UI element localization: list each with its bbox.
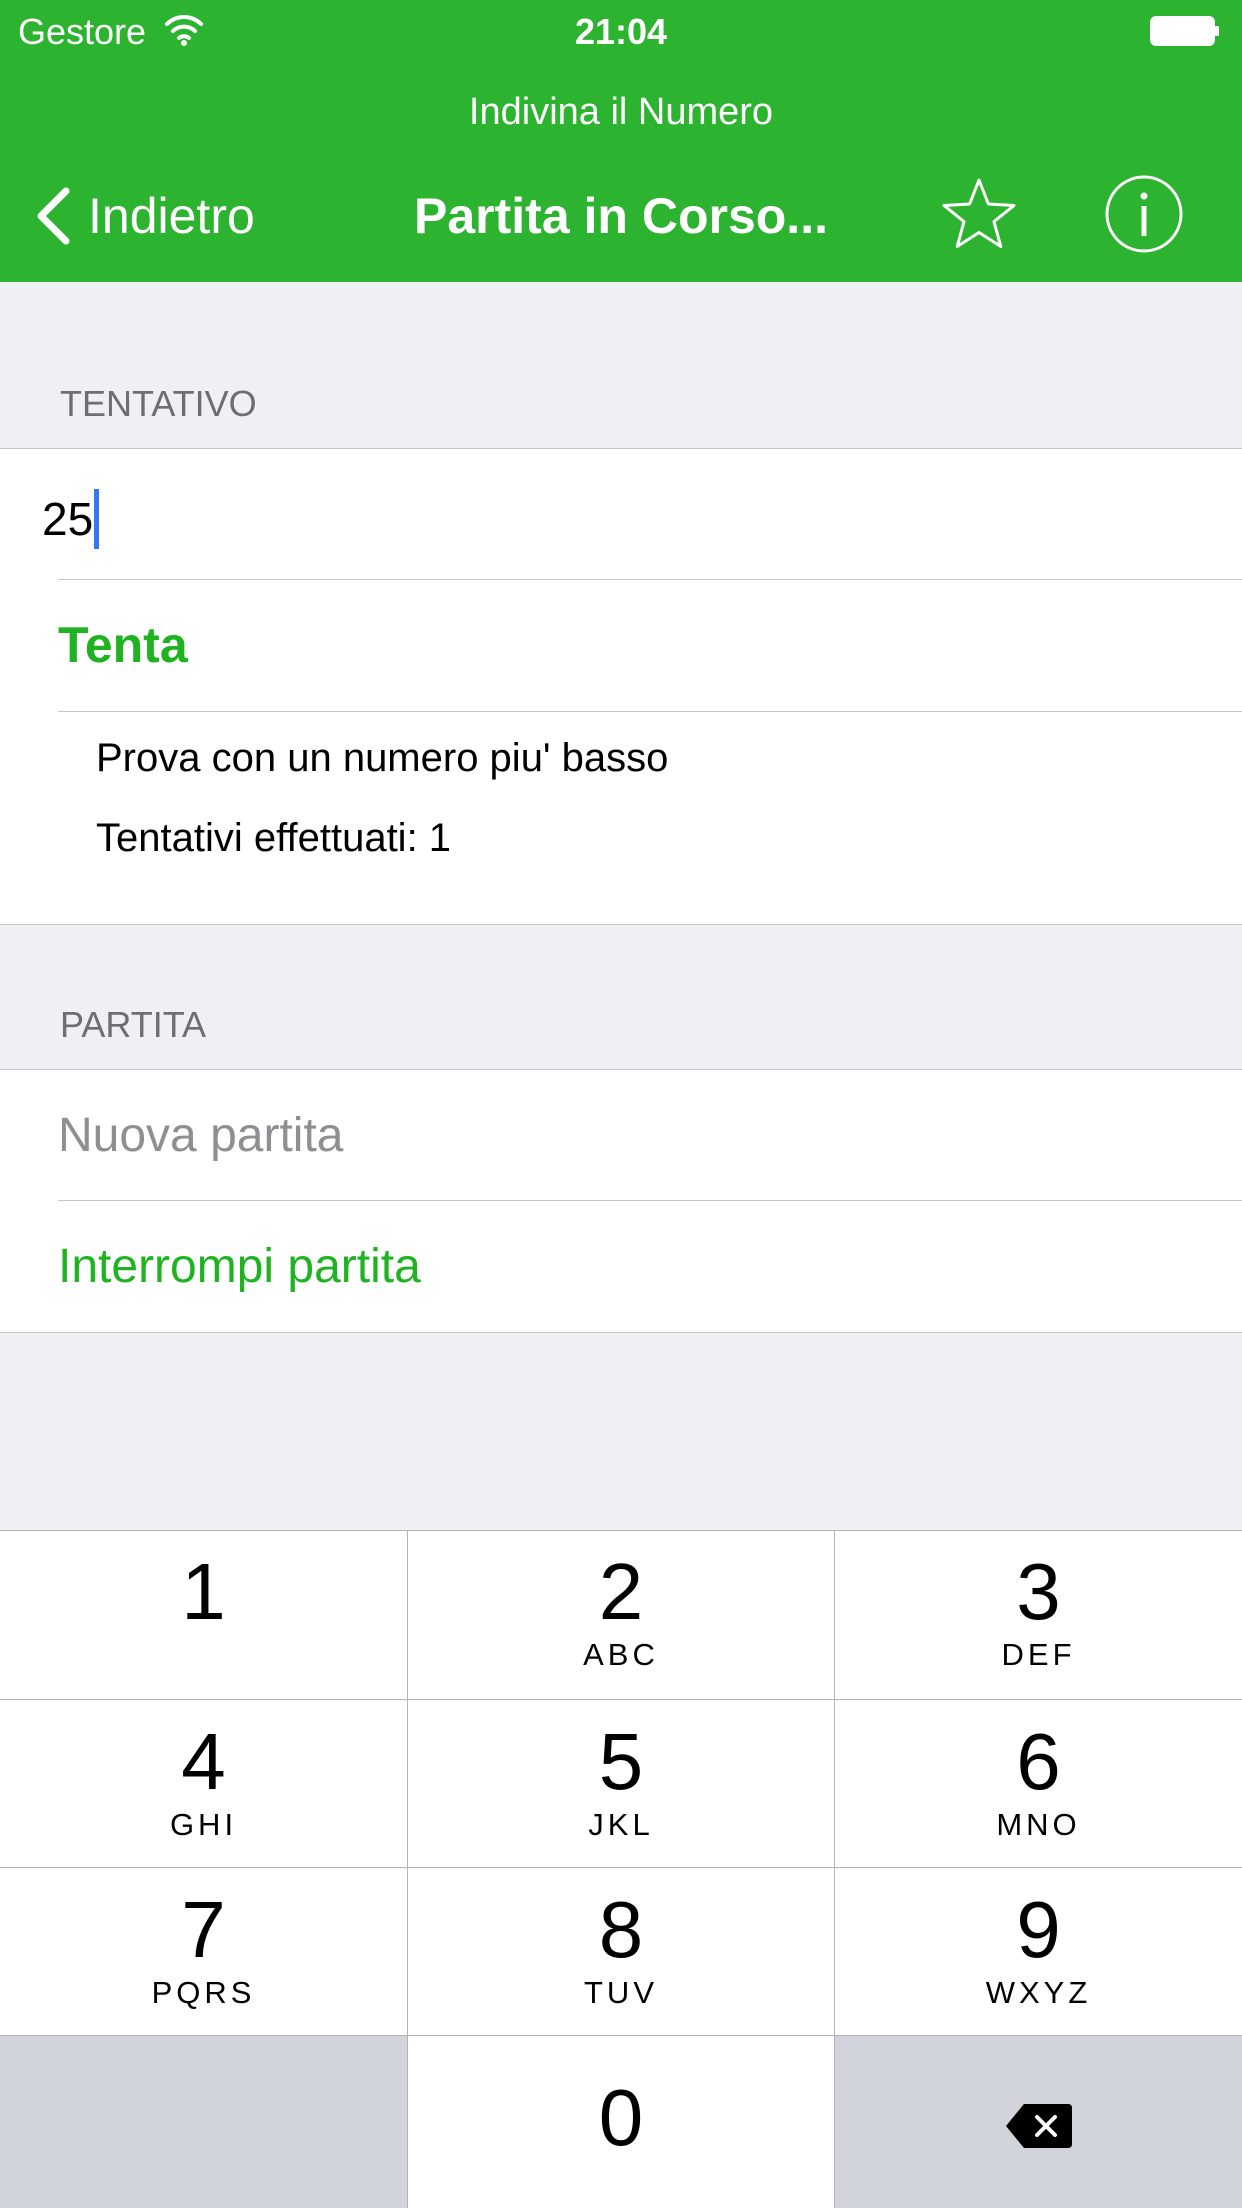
- attempts-count: Tentativi effettuati: 1: [96, 816, 452, 860]
- app-title: Indivina il Numero: [468, 91, 774, 133]
- new-game-row[interactable]: Nuova partita: [0, 1070, 1242, 1200]
- key-digit: 5: [598, 1717, 644, 1806]
- key-6[interactable]: 6 MNO: [835, 1700, 1242, 1867]
- key-letters: ABC: [583, 1637, 659, 1672]
- text-caret: [94, 489, 100, 549]
- hint-message: Prova con un numero piu' basso: [96, 736, 669, 780]
- guess-submit-row[interactable]: Tenta: [0, 580, 1242, 711]
- game-group: Nuova partita Interrompi partita: [0, 1069, 1242, 1333]
- key-digit: 7: [181, 1885, 226, 1974]
- key-4[interactable]: 4 GHI: [0, 1700, 407, 1867]
- key-letters: JKL: [588, 1807, 654, 1842]
- key-3[interactable]: 3 DEF: [835, 1530, 1242, 1699]
- key-letters: WXYZ: [985, 1975, 1092, 2010]
- star-icon[interactable]: [940, 176, 1018, 252]
- key-digit: 1: [181, 1547, 226, 1636]
- section-header-game: PARTITA: [60, 1004, 207, 1045]
- result-row: Prova con un numero piu' basso Tentativi…: [0, 712, 1242, 924]
- key-letters: PQRS: [151, 1975, 256, 2010]
- keypad-divider: [0, 1867, 1242, 1868]
- key-0[interactable]: 0: [408, 2036, 834, 2208]
- info-icon[interactable]: [1104, 174, 1184, 254]
- navigation-bar: Gestore 21:04 Indivina il Numero Indietr…: [0, 0, 1242, 282]
- guess-group: 25 Tenta Prova con un numero piu' basso …: [0, 448, 1242, 925]
- keypad-divider: [0, 2035, 1242, 2036]
- key-8[interactable]: 8 TUV: [408, 1868, 834, 2035]
- battery-icon: [1150, 16, 1219, 46]
- guess-input[interactable]: 25: [0, 449, 1242, 579]
- key-blank: [0, 2036, 407, 2208]
- key-7[interactable]: 7 PQRS: [0, 1868, 407, 2035]
- key-letters: MNO: [996, 1807, 1081, 1842]
- chevron-left-icon: [37, 187, 70, 245]
- key-digit: 8: [598, 1885, 644, 1974]
- stop-game-row[interactable]: Interrompi partita: [0, 1201, 1242, 1332]
- back-button[interactable]: Indietro: [32, 184, 255, 248]
- keypad-divider: [834, 1530, 835, 2208]
- key-digit: 3: [1016, 1547, 1061, 1636]
- key-letters: TUV: [584, 1975, 658, 2010]
- back-label: Indietro: [88, 188, 255, 244]
- key-digit: 0: [598, 2073, 644, 2162]
- guess-input-value[interactable]: 25: [42, 489, 100, 549]
- new-game-button[interactable]: Nuova partita: [58, 1106, 344, 1166]
- key-digit: 9: [1016, 1885, 1061, 1974]
- key-2[interactable]: 2 ABC: [408, 1530, 834, 1699]
- key-9[interactable]: 9 WXYZ: [835, 1868, 1242, 2035]
- key-letters: DEF: [1001, 1637, 1076, 1672]
- submit-guess-button[interactable]: Tenta: [58, 615, 188, 675]
- key-digit: 2: [598, 1547, 644, 1636]
- status-time: 21:04: [574, 11, 668, 52]
- keypad-divider: [0, 1530, 1242, 1531]
- keypad-divider: [0, 1699, 1242, 1700]
- key-1[interactable]: 1: [0, 1530, 407, 1699]
- key-5[interactable]: 5 JKL: [408, 1700, 834, 1867]
- section-header-guess: TENTATIVO: [60, 383, 257, 424]
- backspace-icon[interactable]: [1004, 2102, 1074, 2150]
- key-digit: 6: [1016, 1717, 1061, 1806]
- key-letters: GHI: [169, 1807, 238, 1842]
- stop-game-button[interactable]: Interrompi partita: [58, 1237, 421, 1297]
- key-digit: 4: [181, 1717, 226, 1806]
- keypad-divider: [407, 1530, 408, 2208]
